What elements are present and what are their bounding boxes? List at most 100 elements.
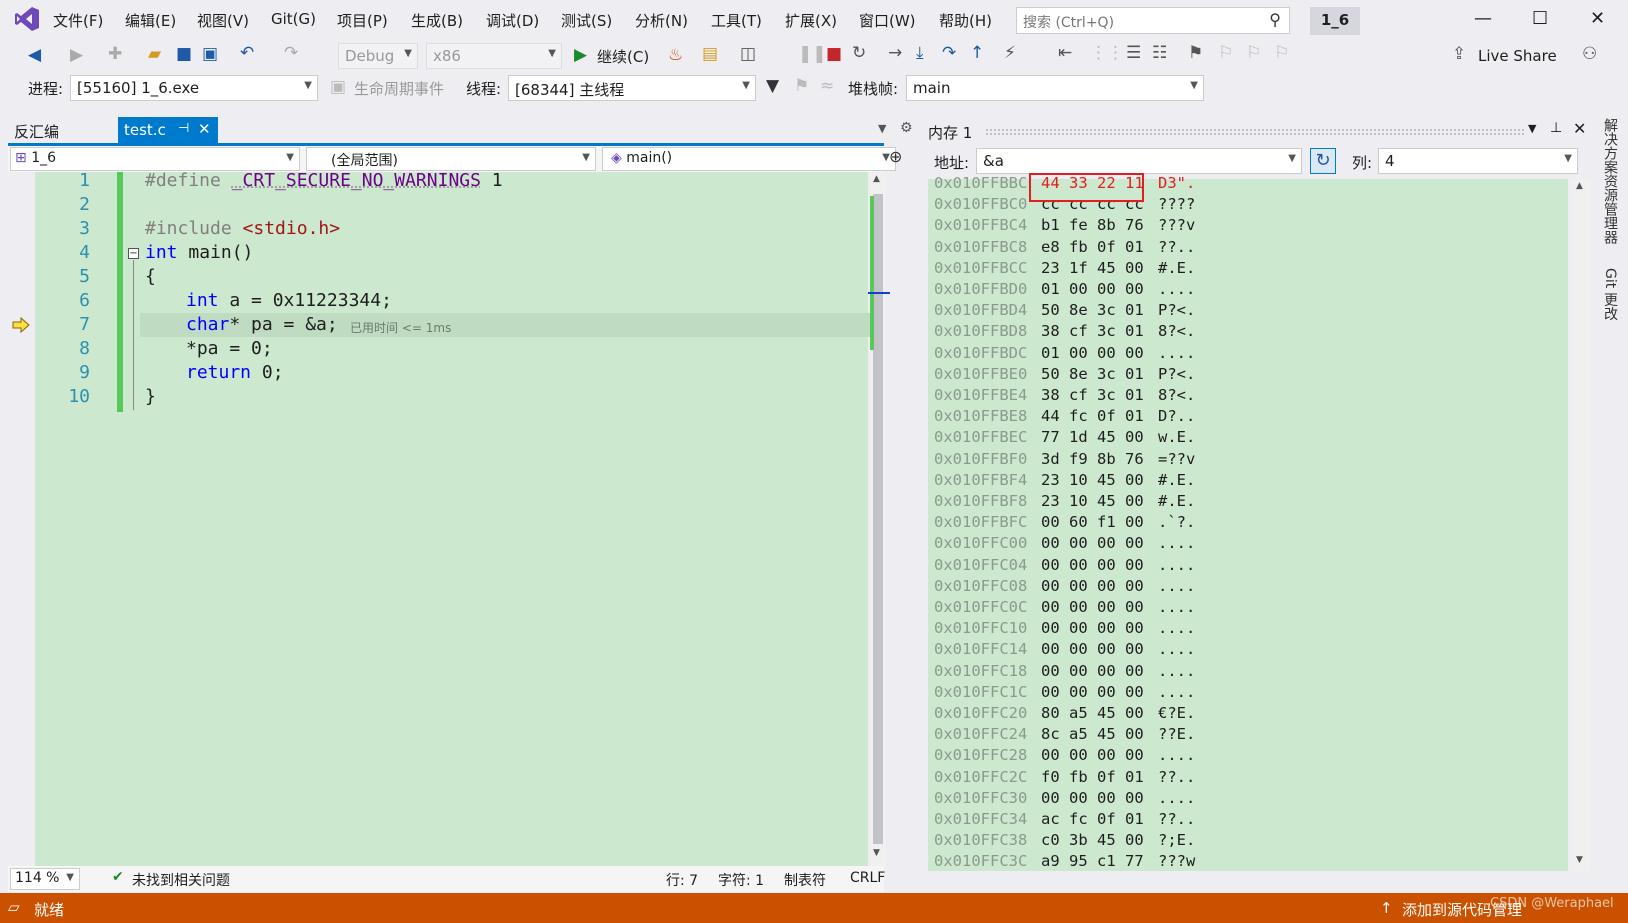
stack-frame-select[interactable]: main ▼ <box>906 75 1204 101</box>
menu-extensions[interactable]: 扩展(X) <box>785 10 837 31</box>
memory-bytes[interactable]: b1 fe 8b 76 <box>1041 216 1144 234</box>
redo-icon[interactable]: ↷ <box>284 43 298 63</box>
char-indicator[interactable]: 字符: 1 <box>718 870 764 890</box>
split-icon[interactable]: ⊕ <box>889 147 902 166</box>
back-icon[interactable]: ◀ <box>28 45 41 65</box>
memory-bytes[interactable]: 38 cf 3c 01 <box>1041 322 1144 340</box>
memory-bytes[interactable]: 50 8e 3c 01 <box>1041 365 1144 383</box>
collapse-icon[interactable]: − <box>128 248 139 259</box>
step-into-icon[interactable]: ⤓ <box>916 43 924 63</box>
memory-bytes[interactable]: 23 10 45 00 <box>1041 471 1144 489</box>
menu-help[interactable]: 帮助(H) <box>939 10 992 31</box>
filter-icon[interactable]: ▼ <box>766 76 779 96</box>
memory-bytes[interactable]: 8c a5 45 00 <box>1041 725 1144 743</box>
menu-test[interactable]: 测试(S) <box>561 10 612 31</box>
scroll-up-icon[interactable]: ▲ <box>1576 181 1583 191</box>
hot-reload-icon[interactable]: ♨ <box>668 45 683 65</box>
memory-bytes[interactable]: 01 00 00 00 <box>1041 280 1144 298</box>
uncomment-icon[interactable]: ☷ <box>1152 43 1167 63</box>
side-tab-git-changes[interactable]: Git 更改 <box>1600 268 1620 321</box>
panel-dropdown-icon[interactable]: ▼ <box>1528 122 1536 135</box>
flag-thread-icon[interactable]: ⚑ <box>794 76 809 96</box>
step-out-icon[interactable]: ↑ <box>970 43 984 63</box>
close-icon[interactable]: ✕ <box>1590 8 1605 29</box>
live-share-button[interactable]: Live Share <box>1478 47 1557 65</box>
address-input[interactable]: &a ▼ <box>976 148 1302 174</box>
process-icon[interactable]: ▤ <box>702 44 718 64</box>
memory-bytes[interactable]: 00 00 00 00 <box>1041 577 1144 595</box>
settings-icon[interactable]: ⚙ <box>900 120 913 136</box>
menu-view[interactable]: 视图(V) <box>197 10 249 31</box>
line-indicator[interactable]: 行: 7 <box>666 870 698 890</box>
threads-icon[interactable]: ⋮⋮ <box>1090 43 1124 63</box>
memory-bytes[interactable]: 44 fc 0f 01 <box>1041 407 1144 425</box>
menu-debug[interactable]: 调试(D) <box>486 10 539 31</box>
comment-icon[interactable]: ☰ <box>1126 43 1141 63</box>
memory-bytes[interactable]: 80 a5 45 00 <box>1041 704 1144 722</box>
menu-file[interactable]: 文件(F) <box>53 10 103 31</box>
memory-bytes[interactable]: ac fc 0f 01 <box>1041 810 1144 828</box>
tab-dropdown-icon[interactable]: ▼ <box>878 122 886 135</box>
code-editor[interactable] <box>8 172 868 866</box>
search-input[interactable]: 搜索 (Ctrl+Q) ⚲ <box>1016 7 1290 34</box>
eol-indicator[interactable]: CRLF <box>850 870 885 886</box>
memory-bytes[interactable]: 00 00 00 00 <box>1041 556 1144 574</box>
memory-bytes[interactable]: 50 8e 3c 01 <box>1041 301 1144 319</box>
panel-grip[interactable] <box>985 128 1525 136</box>
memory-bytes[interactable]: f0 fb 0f 01 <box>1041 768 1144 786</box>
break-all-icon[interactable]: ❚❚ <box>798 44 827 64</box>
live-share-icon[interactable]: ⇪ <box>1452 44 1466 64</box>
continue-icon[interactable]: ▶ <box>574 45 587 65</box>
maximize-icon[interactable]: ☐ <box>1532 8 1548 29</box>
bookmark-icon[interactable]: ⚑ <box>1188 43 1203 63</box>
memory-bytes[interactable]: 00 00 00 00 <box>1041 683 1144 701</box>
menu-build[interactable]: 生成(B) <box>411 10 463 31</box>
config-select[interactable]: Debug ▼ <box>338 43 418 69</box>
menu-git[interactable]: Git(G) <box>271 10 316 28</box>
memory-bytes[interactable]: c0 3b 45 00 <box>1041 831 1144 849</box>
undo-icon[interactable]: ↶ <box>240 43 254 63</box>
continue-button[interactable]: 继续(C) <box>597 46 649 67</box>
memory-bytes[interactable]: 3d f9 8b 76 <box>1041 450 1144 468</box>
panel-close-icon[interactable]: ✕ <box>1573 119 1586 138</box>
disasm-toggle-icon[interactable]: ⇤ <box>1058 43 1072 63</box>
tab-indicator[interactable]: 制表符 <box>784 870 826 890</box>
memory-bytes[interactable]: 00 00 00 00 <box>1041 534 1144 552</box>
thread-select[interactable]: [68344] 主线程 ▼ <box>508 75 756 101</box>
open-folder-icon[interactable]: ▰ <box>148 44 161 64</box>
forward-icon[interactable]: ▶ <box>70 45 83 65</box>
memory-bytes[interactable]: 00 00 00 00 <box>1041 640 1144 658</box>
platform-select[interactable]: x86 ▼ <box>426 43 562 69</box>
menu-edit[interactable]: 编辑(E) <box>125 10 176 31</box>
threads-toggle-icon[interactable]: ≈ <box>820 76 834 96</box>
browser-link-icon[interactable]: ◫ <box>740 44 756 64</box>
tab-close-icon[interactable]: ✕ <box>198 120 211 138</box>
save-all-icon[interactable]: ▣ <box>202 44 218 64</box>
process-select[interactable]: [55160] 1_6.exe ▼ <box>70 75 318 101</box>
menu-analyze[interactable]: 分析(N) <box>635 10 688 31</box>
columns-select[interactable]: 4 ▼ <box>1378 148 1578 174</box>
hex-display-icon[interactable]: ⚡ <box>1004 43 1016 63</box>
next-bookmark-icon[interactable]: ⚐ <box>1246 43 1261 63</box>
memory-bytes[interactable]: 77 1d 45 00 <box>1041 428 1144 446</box>
scroll-down-icon[interactable]: ▼ <box>1576 855 1583 865</box>
panel-pin-icon[interactable]: ⊥ <box>1550 120 1562 136</box>
prev-bookmark-icon[interactable]: ⚐ <box>1218 43 1233 63</box>
memory-bytes[interactable]: 00 00 00 00 <box>1041 598 1144 616</box>
save-icon[interactable]: ■ <box>176 44 192 64</box>
restart-icon[interactable]: ↻ <box>852 43 866 63</box>
scope-select[interactable]: (全局范围) ▼ <box>306 147 596 171</box>
stop-icon[interactable]: ■ <box>826 44 842 64</box>
memory-bytes[interactable]: 00 60 f1 00 <box>1041 513 1144 531</box>
function-select[interactable]: ◈ main() ▼ <box>602 147 896 171</box>
new-project-icon[interactable]: ✚ <box>108 44 122 64</box>
memory-bytes[interactable]: 38 cf 3c 01 <box>1041 386 1144 404</box>
pin-icon[interactable]: ⊣ <box>178 121 189 136</box>
menu-tools[interactable]: 工具(T) <box>711 10 762 31</box>
memory-bytes[interactable]: 00 00 00 00 <box>1041 746 1144 764</box>
project-select[interactable]: ⊞ 1_6 ▼ <box>10 147 300 171</box>
memory-bytes[interactable]: 00 00 00 00 <box>1041 662 1144 680</box>
issues-status[interactable]: 未找到相关问题 <box>132 870 230 890</box>
side-tab-solution-explorer[interactable]: 解决方案资源管理器 <box>1600 118 1620 244</box>
memory-bytes[interactable]: 01 00 00 00 <box>1041 344 1144 362</box>
